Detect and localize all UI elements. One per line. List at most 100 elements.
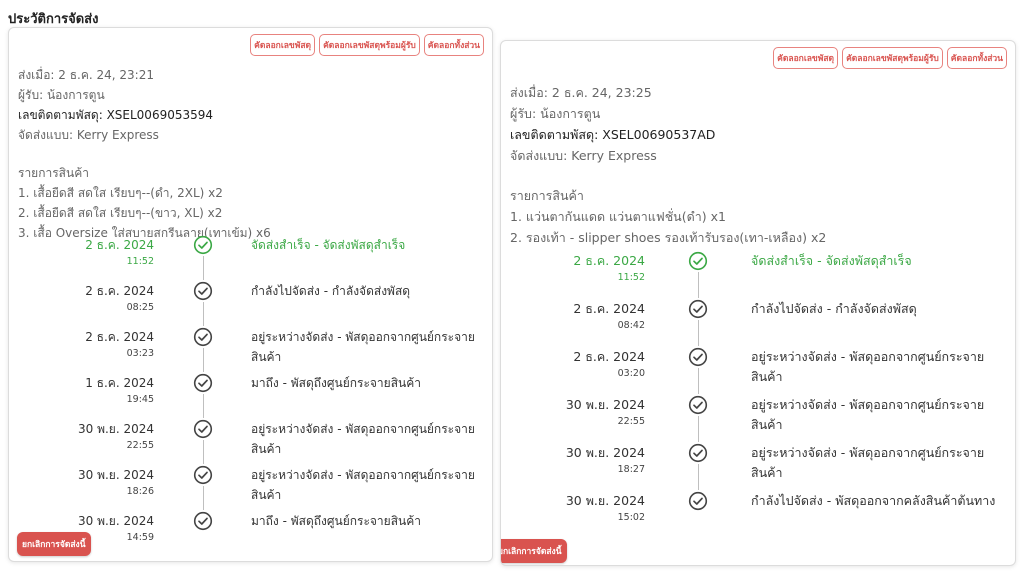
timeline-time: 18:26 <box>126 486 154 497</box>
timeline-connector <box>203 302 204 326</box>
timeline-date: 2 ธ.ค. 2024 <box>85 284 154 298</box>
check-circle-icon <box>688 299 708 319</box>
tracking-number: เลขติดตามพัสดุ: XSEL0069053594 <box>18 108 214 122</box>
timeline-time: 08:42 <box>617 320 645 331</box>
item-line: 2. เสื้อยืดสี สดใส เรียบๆ--(ขาว, XL) x2 <box>18 206 223 220</box>
timeline-entry: 2 ธ.ค. 2024 03:23 อยู่ระหว่างจัดส่ง - พัสด… <box>9 326 492 372</box>
timeline-date: 30 พ.ย. 2024 <box>77 422 154 436</box>
timeline-status: มาถึง - พัสดุถึงศูนย์กระจายสินค้า <box>251 514 421 528</box>
timeline-entry: 2 ธ.ค. 2024 08:42 กำลังไปจัดส่ง - กำลังจัด… <box>501 296 1015 346</box>
timeline-date: 30 พ.ย. 2024 <box>77 514 154 528</box>
timeline-status: จัดส่งสำเร็จ - จัดส่งพัสดุสำเร็จ <box>751 253 912 268</box>
timeline-time: 11:52 <box>126 256 154 267</box>
item-line: 1. แว่นตากันแดด แว่นตาแฟชั่น(ดำ) x1 <box>510 209 726 224</box>
shipment-card: คัดลอกเลขพัสดุ คัดลอกเลขพัสดุพร้อมผู้รับ… <box>8 27 493 562</box>
timeline-status: อยู่ระหว่างจัดส่ง - พัสดุออกจากศูนย์กระจ… <box>751 445 985 480</box>
timeline-entry: 2 ธ.ค. 2024 11:52 จัดส่งสำเร็จ - จัดส่งพัส… <box>9 234 492 280</box>
timeline-date: 2 ธ.ค. 2024 <box>573 301 645 316</box>
check-circle-icon <box>193 419 213 439</box>
timeline-date: 30 พ.ย. 2024 <box>77 468 154 482</box>
cancel-shipment-button[interactable]: ยกเลิกการจัดส่งนี้ <box>501 539 567 563</box>
check-circle-icon <box>193 281 213 301</box>
timeline-status: จัดส่งสำเร็จ - จัดส่งพัสดุสำเร็จ <box>251 238 406 252</box>
carrier: จัดส่งแบบ: Kerry Express <box>18 128 159 142</box>
copy-all-button[interactable]: คัดลอกทั้งส่วน <box>423 34 484 56</box>
sent-at: ส่งเมื่อ: 2 ธ.ค. 24, 23:25 <box>510 85 652 100</box>
timeline-time: 03:20 <box>617 368 645 379</box>
copy-tracking-receiver-button[interactable]: คัดลอกเลขพัสดุพร้อมผู้รับ <box>842 47 943 69</box>
item-line: 1. เสื้อยืดสี สดใส เรียบๆ--(ดำ, 2XL) x2 <box>18 186 223 200</box>
copy-all-button[interactable]: คัดลอกทั้งส่วน <box>946 47 1007 69</box>
copy-tracking-button[interactable]: คัดลอกเลขพัสดุ <box>773 47 839 69</box>
timeline-date: 30 พ.ย. 2024 <box>565 493 645 508</box>
timeline-date: 2 ธ.ค. 2024 <box>85 238 154 252</box>
timeline-entry: 1 ธ.ค. 2024 19:45 มาถึง - พัสดุถึงศูนย์กระ… <box>9 372 492 418</box>
timeline-connector <box>698 464 699 490</box>
timeline-date: 2 ธ.ค. 2024 <box>85 330 154 344</box>
check-circle-success-icon <box>193 235 213 255</box>
timeline-date: 1 ธ.ค. 2024 <box>85 376 154 390</box>
check-circle-icon <box>688 395 708 415</box>
timeline-date: 30 พ.ย. 2024 <box>565 397 645 412</box>
check-circle-icon <box>688 347 708 367</box>
check-circle-icon <box>193 465 213 485</box>
timeline-date: 2 ธ.ค. 2024 <box>573 253 645 268</box>
timeline-entry: 30 พ.ย. 2024 22:55 อยู่ระหว่างจัดส่ง - พัส… <box>501 392 1015 442</box>
copy-button-group: คัดลอกเลขพัสดุ คัดลอกเลขพัสดุพร้อมผู้รับ… <box>773 47 1007 69</box>
timeline-status: อยู่ระหว่างจัดส่ง - พัสดุออกจากศูนย์กระจ… <box>251 422 475 456</box>
timeline-connector <box>203 256 204 280</box>
timeline-connector <box>203 440 204 464</box>
timeline-status: อยู่ระหว่างจัดส่ง - พัสดุออกจากศูนย์กระจ… <box>251 468 475 502</box>
shipment-info: ส่งเมื่อ: 2 ธ.ค. 24, 23:21 ผู้รับ: น้องก… <box>18 65 271 243</box>
items-title: รายการสินค้า <box>510 188 584 203</box>
timeline-connector <box>698 272 699 298</box>
timeline-entry: 2 ธ.ค. 2024 03:20 อยู่ระหว่างจัดส่ง - พัสด… <box>501 344 1015 394</box>
timeline-connector <box>203 486 204 510</box>
check-circle-icon <box>688 491 708 511</box>
timeline-date: 2 ธ.ค. 2024 <box>573 349 645 364</box>
receiver: ผู้รับ: น้องการตูน <box>18 88 105 102</box>
copy-button-group: คัดลอกเลขพัสดุ คัดลอกเลขพัสดุพร้อมผู้รับ… <box>250 34 484 56</box>
cancel-shipment-button[interactable]: ยกเลิกการจัดส่งนี้ <box>17 532 91 556</box>
timeline-time: 14:59 <box>126 532 154 543</box>
tracking-number: เลขติดตามพัสดุ: XSEL00690537AD <box>510 127 716 142</box>
carrier: จัดส่งแบบ: Kerry Express <box>510 148 657 163</box>
timeline-status: กำลังไปจัดส่ง - กำลังจัดส่งพัสดุ <box>751 301 917 316</box>
copy-tracking-button[interactable]: คัดลอกเลขพัสดุ <box>250 34 316 56</box>
check-circle-icon <box>688 443 708 463</box>
check-circle-icon <box>193 373 213 393</box>
timeline-time: 18:27 <box>617 464 645 475</box>
timeline-connector <box>698 416 699 442</box>
sent-at: ส่งเมื่อ: 2 ธ.ค. 24, 23:21 <box>18 68 154 82</box>
item-line: 2. รองเท้า - slipper shoes รองเท้ารับรอง… <box>510 230 827 245</box>
timeline-entry: 30 พ.ย. 2024 18:26 อยู่ระหว่างจัดส่ง - พัส… <box>9 464 492 510</box>
timeline-status: อยู่ระหว่างจัดส่ง - พัสดุออกจากศูนย์กระจ… <box>751 349 985 384</box>
timeline-status: อยู่ระหว่างจัดส่ง - พัสดุออกจากศูนย์กระจ… <box>751 397 985 432</box>
timeline-time: 15:02 <box>617 512 645 523</box>
timeline-entry: 2 ธ.ค. 2024 11:52 จัดส่งสำเร็จ - จัดส่งพัส… <box>501 248 1015 298</box>
timeline-status: มาถึง - พัสดุถึงศูนย์กระจายสินค้า <box>251 376 421 390</box>
timeline-connector <box>203 394 204 418</box>
timeline-entry: 2 ธ.ค. 2024 08:25 กำลังไปจัดส่ง - กำลังจัด… <box>9 280 492 326</box>
timeline-time: 22:55 <box>617 416 645 427</box>
timeline-connector <box>203 348 204 372</box>
timeline-status: กำลังไปจัดส่ง - พัสดุออกจากคลังสินค้าต้น… <box>751 493 996 508</box>
timeline-time: 22:55 <box>126 440 154 451</box>
timeline-connector <box>698 320 699 346</box>
timeline-status: อยู่ระหว่างจัดส่ง - พัสดุออกจากศูนย์กระจ… <box>251 330 475 364</box>
timeline-entry: 30 พ.ย. 2024 18:27 อยู่ระหว่างจัดส่ง - พัส… <box>501 440 1015 490</box>
check-circle-success-icon <box>688 251 708 271</box>
timeline-entry: 30 พ.ย. 2024 15:02 กำลังไปจัดส่ง - พัสดุออ… <box>501 488 1015 536</box>
timeline-connector <box>698 368 699 394</box>
timeline-date: 30 พ.ย. 2024 <box>565 445 645 460</box>
copy-tracking-receiver-button[interactable]: คัดลอกเลขพัสดุพร้อมผู้รับ <box>319 34 420 56</box>
receiver: ผู้รับ: น้องการตูน <box>510 106 601 121</box>
timeline-status: กำลังไปจัดส่ง - กำลังจัดส่งพัสดุ <box>251 284 411 298</box>
timeline-time: 03:23 <box>126 348 154 359</box>
timeline-time: 08:25 <box>126 302 154 313</box>
shipment-card: คัดลอกเลขพัสดุ คัดลอกเลขพัสดุพร้อมผู้รับ… <box>500 40 1016 566</box>
timeline-entry: 30 พ.ย. 2024 22:55 อยู่ระหว่างจัดส่ง - พัส… <box>9 418 492 464</box>
timeline-time: 11:52 <box>617 272 645 283</box>
check-circle-icon <box>193 511 213 531</box>
page-title: ประวัติการจัดส่ง <box>8 12 99 27</box>
